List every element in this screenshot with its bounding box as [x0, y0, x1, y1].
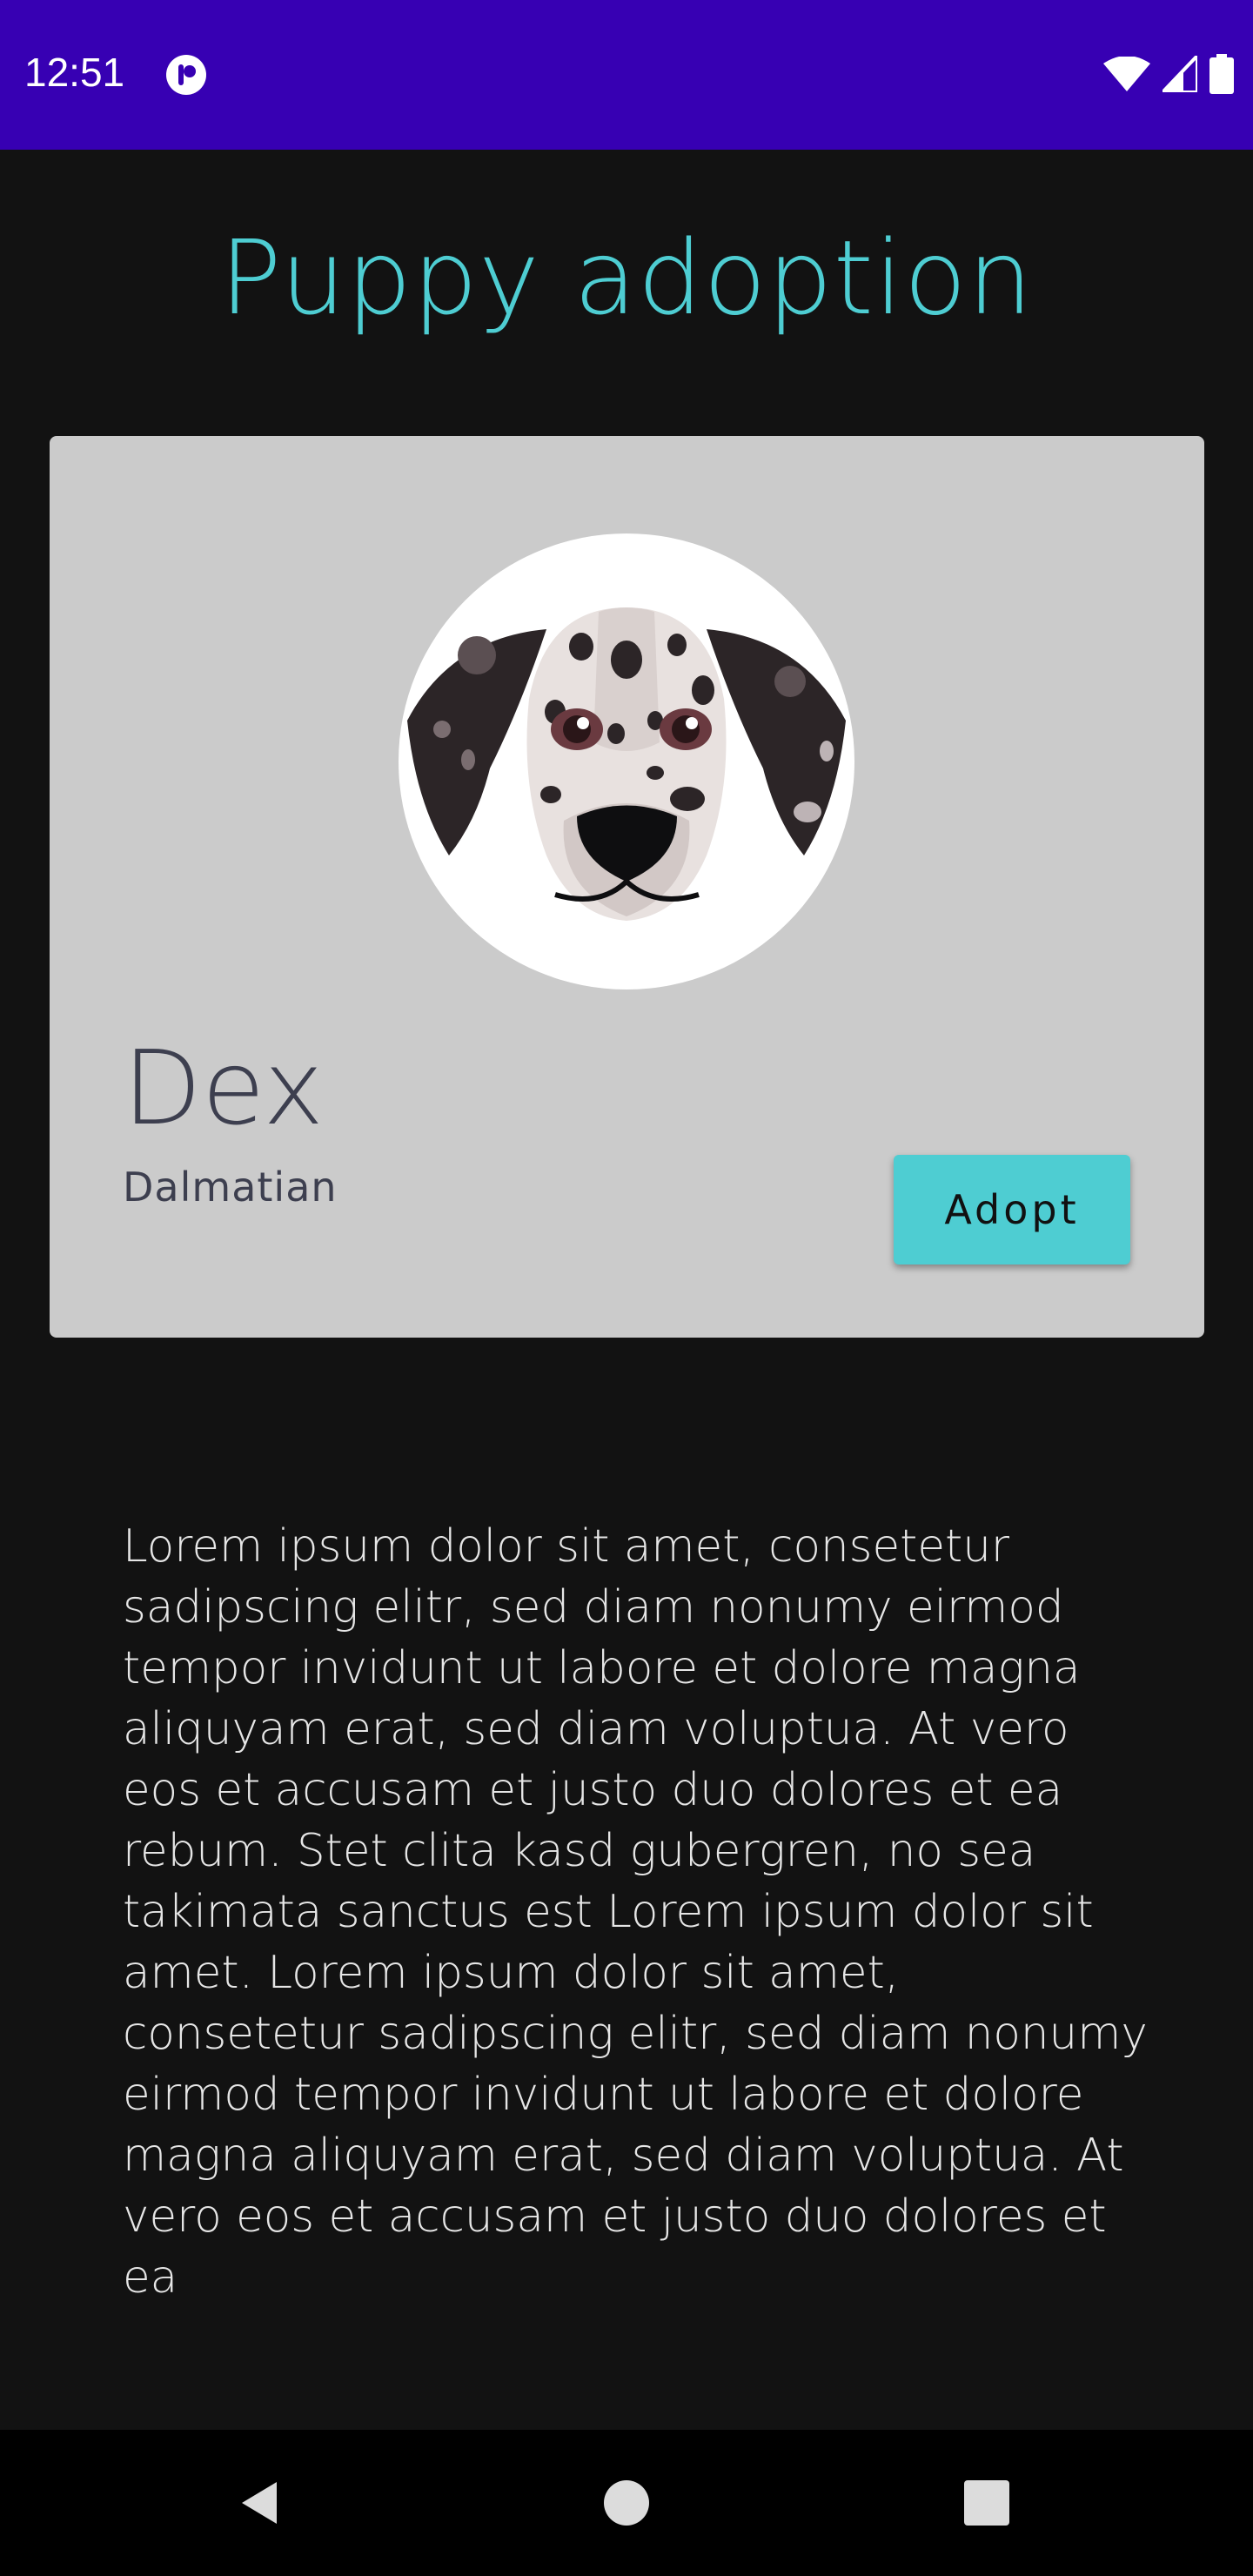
cellular-signal-icon: [1163, 56, 1197, 92]
back-icon[interactable]: [233, 2475, 289, 2531]
puppy-description: Lorem ipsum dolor sit amet, consetetur s…: [123, 1520, 1148, 2304]
adopt-button[interactable]: Adopt: [894, 1155, 1130, 1265]
recents-icon[interactable]: [959, 2475, 1015, 2531]
puppy-card: Dex Dalmatian Adopt: [50, 436, 1204, 1338]
navigation-bar: [0, 2430, 1253, 2576]
app-notification-icon: [166, 55, 206, 95]
home-icon[interactable]: [599, 2475, 654, 2531]
battery-icon: [1209, 54, 1234, 94]
status-time: 12:51: [24, 50, 125, 95]
status-bar: 12:51: [0, 0, 1253, 150]
wifi-icon: [1103, 57, 1150, 91]
puppy-breed: Dalmatian: [123, 1164, 338, 1211]
page-title: Puppy adoption: [219, 218, 1034, 338]
dalmatian-avatar-icon: [399, 533, 854, 989]
puppy-name: Dex: [123, 1028, 325, 1148]
